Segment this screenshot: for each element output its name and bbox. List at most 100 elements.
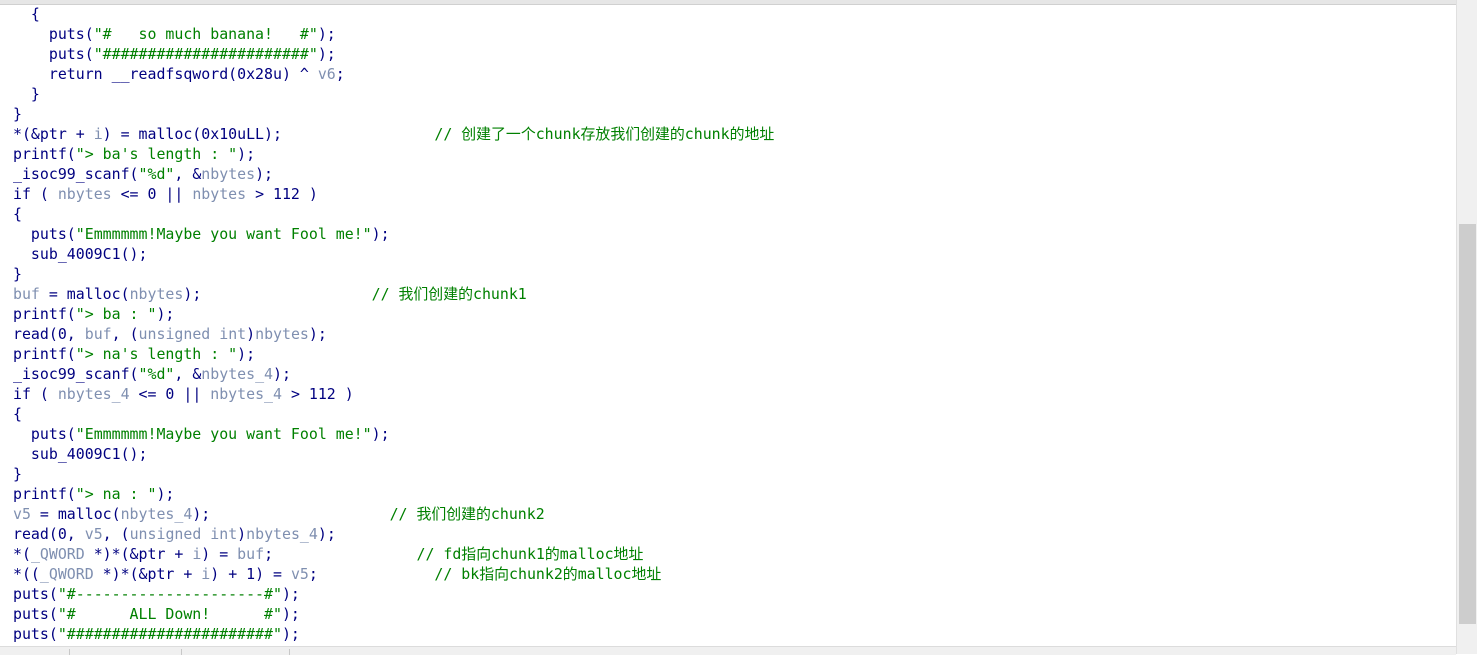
code-line[interactable]: printf("> na : "); <box>13 484 174 504</box>
string-literal: "> ba : " <box>75 305 157 323</box>
code-comment: // 我们创建的chunk2 <box>389 505 545 523</box>
code-token: ); <box>237 145 256 163</box>
variable-token: unsigned int <box>129 525 238 543</box>
code-token: ); <box>371 225 390 243</box>
code-line[interactable]: { <box>13 204 22 224</box>
code-line[interactable]: buf = malloc(nbytes); // 我们创建的chunk1 <box>13 284 527 304</box>
code-line[interactable]: return __readfsqword(0x28u) ^ v6; <box>13 64 345 84</box>
code-token: ) = malloc(0x10uLL); <box>102 125 435 143</box>
code-line[interactable]: read(0, v5, (unsigned int)nbytes_4); <box>13 524 336 544</box>
code-token: printf( <box>13 485 76 503</box>
vertical-scrollbar[interactable] <box>1456 0 1477 654</box>
pseudocode-editor[interactable]: { puts("# so much banana! #"); puts("###… <box>0 0 1456 646</box>
variable-token: buf <box>84 325 112 343</box>
variable-token: nbytes_4 <box>120 505 193 523</box>
code-token: ); <box>317 525 336 543</box>
code-line[interactable]: puts("Emmmmmm!Maybe you want Fool me!"); <box>13 224 390 244</box>
code-line[interactable]: _isoc99_scanf("%d", &nbytes); <box>13 164 273 184</box>
code-line[interactable]: sub_4009C1(); <box>13 244 148 264</box>
code-token: sub_4009C1(); <box>13 445 148 463</box>
variable-token: v5 <box>13 505 31 523</box>
code-token: = malloc( <box>30 505 121 523</box>
string-literal: "# ALL Down! #" <box>57 605 282 623</box>
code-token: ); <box>273 365 291 383</box>
code-line[interactable]: *(&ptr + i) = malloc(0x10uLL); // 创建了一个c… <box>13 124 774 144</box>
code-token: *)*(&ptr + <box>93 565 202 583</box>
string-literal: "# so much banana! #" <box>93 25 318 43</box>
code-line[interactable]: } <box>13 84 40 104</box>
code-line[interactable]: *(_QWORD *)*(&ptr + i) = buf; // fd指向chu… <box>13 544 643 564</box>
code-token: { <box>13 405 22 423</box>
code-line[interactable]: printf("> na's length : "); <box>13 344 255 364</box>
status-separator <box>181 649 182 655</box>
code-token: sub_4009C1(); <box>13 245 148 263</box>
code-line[interactable]: printf("> ba : "); <box>13 304 174 324</box>
code-token: *(( <box>13 565 40 583</box>
code-line[interactable]: { <box>13 404 22 424</box>
code-token: } <box>13 85 40 103</box>
code-line[interactable]: } <box>13 264 22 284</box>
string-literal: "> na : " <box>75 485 157 503</box>
vertical-scrollbar-thumb[interactable] <box>1459 224 1476 624</box>
code-token: ); <box>281 585 300 603</box>
code-token: if ( <box>13 185 58 203</box>
code-line[interactable]: if ( nbytes <= 0 || nbytes > 112 ) <box>13 184 318 204</box>
code-token: *(&ptr + <box>13 125 94 143</box>
variable-token: v5 <box>84 525 103 543</box>
code-token: printf( <box>13 345 76 363</box>
string-literal: "> ba's length : " <box>75 145 238 163</box>
code-token: ; <box>264 545 417 563</box>
code-comment: // bk指向chunk2的malloc地址 <box>434 565 662 583</box>
code-token: } <box>13 465 22 483</box>
code-line[interactable]: _isoc99_scanf("%d", &nbytes_4); <box>13 364 291 384</box>
variable-token: nbytes <box>255 325 309 343</box>
code-line[interactable]: printf("> ba's length : "); <box>13 144 255 164</box>
code-token: ); <box>156 485 175 503</box>
variable-token: nbytes <box>201 165 256 183</box>
code-token: ); <box>255 165 274 183</box>
variable-token: nbytes_4 <box>246 525 318 543</box>
code-line[interactable]: puts("# so much banana! #"); <box>13 24 336 44</box>
code-comment: // 我们创建的chunk1 <box>371 285 527 303</box>
code-token: puts( <box>13 425 76 443</box>
code-line[interactable]: puts("#---------------------#"); <box>13 584 300 604</box>
code-line[interactable]: *((_QWORD *)*(&ptr + i) + 1) = v5; // bk… <box>13 564 661 584</box>
code-token: , ( <box>111 325 139 343</box>
code-line[interactable]: puts("Emmmmmm!Maybe you want Fool me!"); <box>13 424 390 444</box>
code-line[interactable]: } <box>13 104 22 124</box>
code-token: if ( <box>13 385 58 403</box>
code-line[interactable]: sub_4009C1(); <box>13 444 148 464</box>
code-line[interactable]: puts("# ALL Down! #"); <box>13 604 300 624</box>
code-token: puts( <box>13 225 76 243</box>
variable-token: nbytes_4 <box>210 385 282 403</box>
variable-token: _QWORD <box>30 545 85 563</box>
code-token: , & <box>174 365 202 383</box>
variable-token: unsigned int <box>138 325 247 343</box>
variable-token: nbytes <box>57 185 112 203</box>
code-token: ); <box>156 305 175 323</box>
variable-token: i <box>93 125 103 143</box>
code-line[interactable]: puts("#######################"); <box>13 44 336 64</box>
string-literal: "#---------------------#" <box>57 585 282 603</box>
string-literal: "Emmmmmm!Maybe you want Fool me!" <box>75 425 372 443</box>
code-token: ; <box>308 565 435 583</box>
code-token: ); <box>308 325 327 343</box>
code-token: puts( <box>13 625 58 643</box>
code-line[interactable]: } <box>13 464 22 484</box>
variable-token: i <box>192 545 202 563</box>
string-literal: "> na's length : " <box>75 345 238 363</box>
code-token: puts( <box>13 585 58 603</box>
variable-token: buf <box>13 285 40 303</box>
string-literal: "%d" <box>138 165 175 183</box>
code-line[interactable]: v5 = malloc(nbytes_4); // 我们创建的chunk2 <box>13 504 545 524</box>
variable-token: v5 <box>290 565 309 583</box>
code-token: , ( <box>102 525 130 543</box>
code-token: *( <box>13 545 31 563</box>
code-line[interactable]: if ( nbytes_4 <= 0 || nbytes_4 > 112 ) <box>13 384 354 404</box>
code-token: _isoc99_scanf( <box>13 365 139 383</box>
editor-top-edge <box>0 0 1456 5</box>
code-token: ) = <box>201 545 238 563</box>
code-line[interactable]: read(0, buf, (unsigned int)nbytes); <box>13 324 327 344</box>
code-line[interactable]: { <box>13 4 40 24</box>
code-line[interactable]: puts("#######################"); <box>13 624 300 644</box>
